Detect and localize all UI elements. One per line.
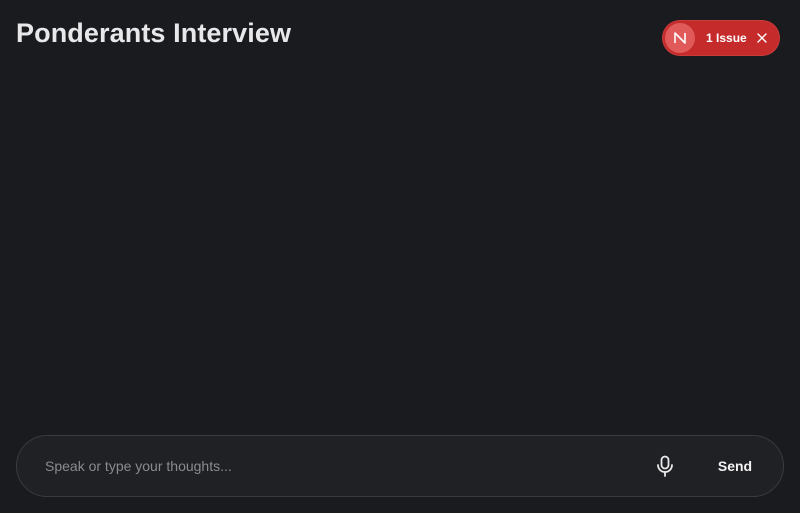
nextjs-n-icon[interactable]	[665, 23, 695, 53]
message-input[interactable]	[45, 436, 645, 496]
microphone-icon[interactable]	[653, 454, 677, 478]
issue-count-label[interactable]: 1 Issue	[706, 31, 747, 45]
n-letter-glyph	[674, 32, 686, 44]
close-icon[interactable]	[755, 31, 769, 45]
page-title: Ponderants Interview	[16, 18, 292, 48]
issues-badge[interactable]: 1 Issue	[662, 20, 780, 56]
app-root: Ponderants Interview 1 Issue Send	[0, 0, 800, 513]
message-composer: Send	[16, 435, 784, 497]
send-button[interactable]: Send	[707, 452, 763, 480]
